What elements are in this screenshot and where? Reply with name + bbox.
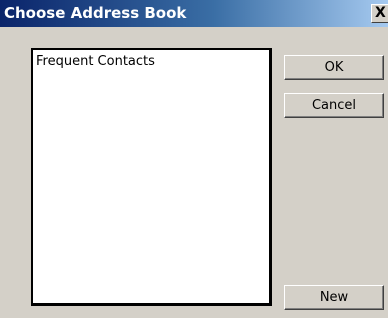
- ok-button[interactable]: OK: [284, 55, 384, 80]
- cancel-button[interactable]: Cancel: [284, 93, 384, 118]
- window-title: Choose Address Book: [4, 4, 187, 22]
- list-item-frequent-contacts[interactable]: Frequent Contacts: [36, 54, 155, 70]
- title-bar[interactable]: Choose Address Book X: [0, 0, 388, 27]
- close-button[interactable]: X: [371, 4, 388, 23]
- address-book-list[interactable]: Frequent Contacts: [31, 48, 272, 306]
- close-icon: X: [375, 5, 386, 21]
- new-button[interactable]: New: [284, 285, 384, 310]
- choose-address-book-dialog: Choose Address Book X Frequent Contacts …: [0, 0, 388, 318]
